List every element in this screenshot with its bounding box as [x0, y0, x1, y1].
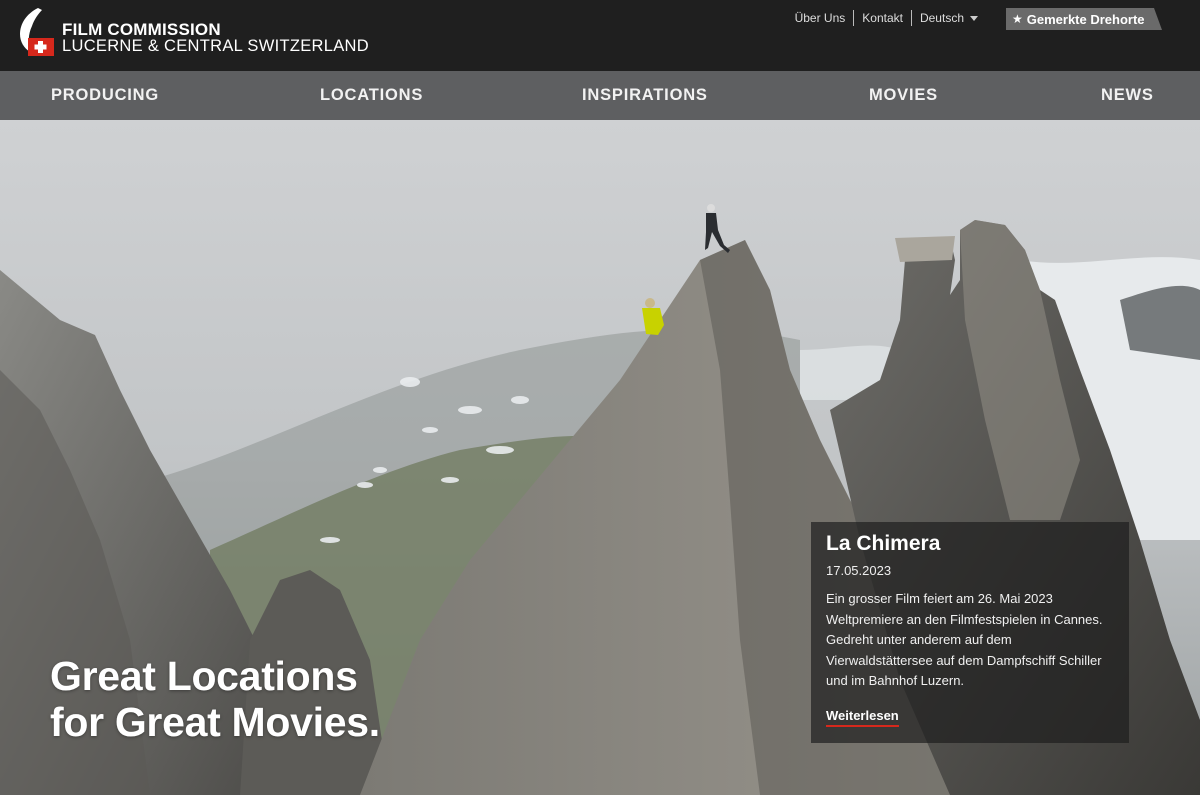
brand-line-1: FILM COMMISSION [62, 20, 221, 39]
divider [853, 10, 855, 26]
site-header: FILM COMMISSION LUCERNE & CENTRAL SWITZE… [0, 0, 1200, 71]
bookmarked-locations-button[interactable]: ★ Gemerkte Drehorte [1006, 8, 1162, 30]
hero-tagline-line-2: for Great Movies. [50, 699, 380, 745]
news-card-date: 17.05.2023 [826, 563, 892, 578]
brand-line-2: LUCERNE & CENTRAL SWITZERLAND [62, 37, 369, 55]
nav-item-movies[interactable]: MOVIES [869, 71, 938, 120]
utility-nav: Über Uns Kontakt Deutsch [795, 10, 978, 26]
language-selector[interactable]: Deutsch [920, 11, 978, 25]
read-more-link[interactable]: Weiterlesen [826, 708, 899, 727]
film-commission-logo[interactable] [18, 8, 58, 58]
nav-item-locations[interactable]: LOCATIONS [320, 71, 423, 120]
about-link[interactable]: Über Uns [795, 11, 846, 25]
hero-section: Great Locations for Great Movies. La Chi… [0, 120, 1200, 795]
star-icon: ★ [1012, 12, 1023, 26]
contact-link[interactable]: Kontakt [862, 11, 903, 25]
hero-tagline-line-1: Great Locations [50, 653, 358, 699]
news-card: La Chimera 17.05.2023 Ein grosser Film f… [811, 522, 1129, 743]
nav-item-news[interactable]: NEWS [1101, 71, 1154, 120]
hero-tagline: Great Locations for Great Movies. [50, 653, 380, 745]
language-label: Deutsch [919, 11, 964, 25]
news-card-title[interactable]: La Chimera [826, 532, 1114, 556]
bookmarked-locations-label: Gemerkte Drehorte [1026, 11, 1145, 27]
nav-item-producing[interactable]: PRODUCING [51, 71, 159, 120]
divider [910, 10, 912, 26]
main-nav: PRODUCING LOCATIONS INSPIRATIONS MOVIES … [0, 71, 1200, 120]
chevron-down-icon [970, 15, 978, 21]
news-card-body: Ein grosser Film feiert am 26. Mai 2023 … [826, 591, 1103, 689]
brand-wordmark[interactable]: FILM COMMISSION LUCERNE & CENTRAL SWITZE… [62, 21, 369, 55]
nav-item-inspirations[interactable]: INSPIRATIONS [582, 71, 708, 120]
